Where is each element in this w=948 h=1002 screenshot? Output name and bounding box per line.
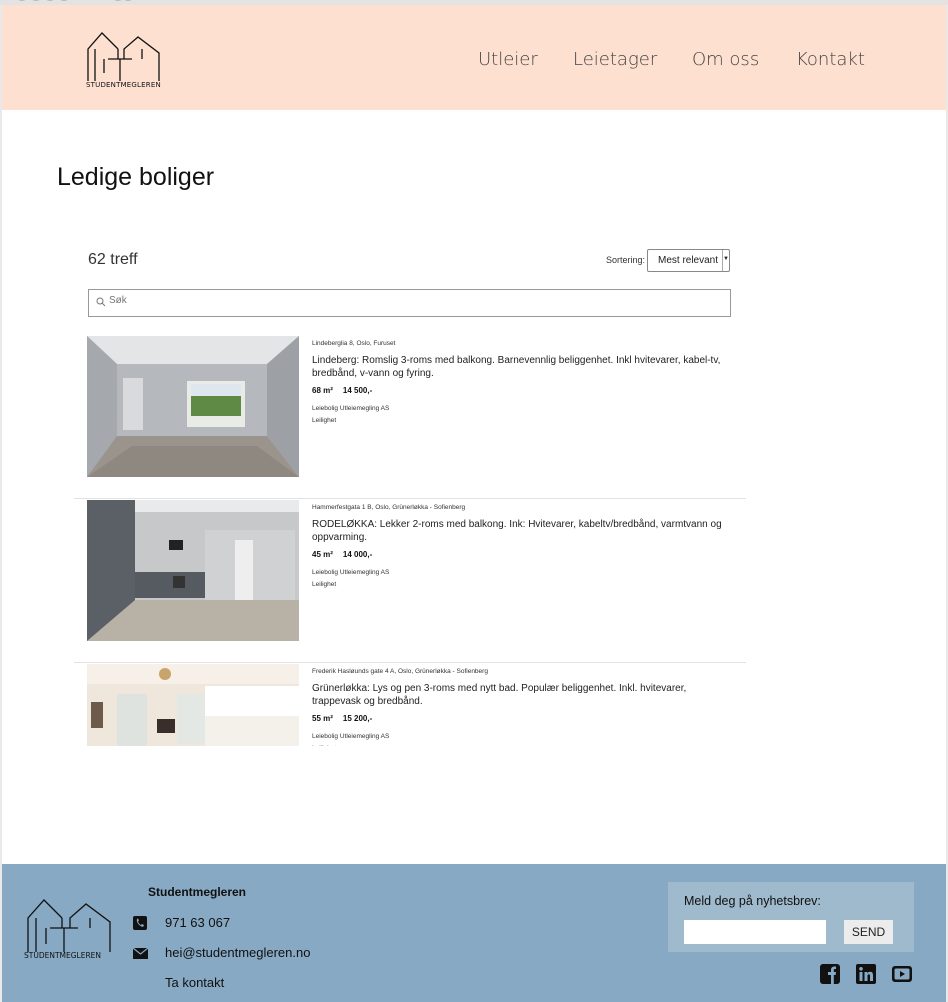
listing-meta: 55 m² 15 200,-	[312, 714, 732, 723]
newsletter-send-button[interactable]: SEND	[844, 920, 893, 944]
listing-size: 68 m²	[312, 386, 333, 395]
newsletter-email-input[interactable]	[684, 920, 826, 944]
site-footer: STUDENTMEGLEREN Studentmegleren 971 63 0…	[2, 864, 946, 1002]
listing-info: Frederik Hasløunds gate 4 A, Oslo, Grüne…	[312, 668, 732, 746]
page-title: Ledige boliger	[57, 163, 215, 191]
listing-price: 15 200,-	[342, 714, 373, 723]
listing-size: 45 m²	[312, 550, 333, 559]
nav-item-om-oss[interactable]: Om oss	[692, 49, 759, 70]
listing-meta: 68 m² 14 500,-	[312, 386, 732, 395]
listing-type: Leilighet	[312, 417, 337, 424]
search-icon	[96, 297, 106, 307]
listing-item[interactable]: Lindeberglia 8, Oslo, Furuset Lindeberg:…	[74, 335, 746, 499]
listing-title[interactable]: Grünerløkka: Lys og pen 3-roms med nytt …	[312, 682, 732, 708]
listing-address: Frederik Hasløunds gate 4 A, Oslo, Grüne…	[312, 668, 488, 675]
listing-photo[interactable]	[87, 336, 299, 477]
listing-photo[interactable]	[87, 664, 299, 746]
linkedin-icon[interactable]	[856, 964, 876, 984]
footer-logo-text: STUDENTMEGLEREN	[24, 951, 102, 960]
logo-text: STUDENTMEGLEREN	[86, 81, 161, 89]
listing-size: 55 m²	[312, 714, 333, 723]
footer-contact-text: Ta kontakt	[165, 975, 225, 990]
listing-list: Lindeberglia 8, Oslo, Furuset Lindeberg:…	[74, 335, 746, 746]
listing-info: Hammerfestgata 1 B, Oslo, Grünerløkka - …	[312, 504, 732, 591]
result-count: 62 treff	[88, 251, 138, 268]
listing-meta: 45 m² 14 000,-	[312, 550, 732, 559]
footer-email-text: hei@studentmegleren.no	[165, 945, 311, 960]
sort-value: Mest relevant	[658, 255, 719, 266]
phone-icon	[133, 916, 147, 930]
listing-type: Leilighet	[312, 581, 337, 588]
facebook-icon[interactable]	[820, 964, 840, 984]
nav-item-utleier[interactable]: Utleier	[478, 49, 538, 70]
listing-agency: Leiebolig Utleiemegling AS	[312, 405, 390, 412]
listing-item[interactable]: Frederik Hasløunds gate 4 A, Oslo, Grüne…	[74, 663, 746, 746]
listing-agency: Leiebolig Utleiemegling AS	[312, 733, 390, 740]
chevron-down-icon: ▼	[722, 250, 729, 271]
listing-photo[interactable]	[87, 500, 299, 641]
search-box[interactable]	[88, 289, 731, 317]
envelope-icon	[132, 947, 148, 959]
listing-item[interactable]: Hammerfestgata 1 B, Oslo, Grünerløkka - …	[74, 499, 746, 663]
youtube-icon[interactable]	[892, 964, 912, 984]
footer-company-name: Studentmegleren	[148, 885, 247, 899]
listing-info: Lindeberglia 8, Oslo, Furuset Lindeberg:…	[312, 340, 732, 427]
listing-agency: Leiebolig Utleiemegling AS	[312, 569, 390, 576]
listing-address: Lindeberglia 8, Oslo, Furuset	[312, 340, 396, 347]
sort-select[interactable]: Mest relevant ▼	[647, 249, 730, 272]
site-header: STUDENTMEGLEREN Utleier Leietager Om oss…	[2, 5, 946, 110]
listing-title[interactable]: Lindeberg: Romslig 3-roms med balkong. B…	[312, 354, 732, 380]
sort-label: Sortering:	[606, 255, 646, 265]
page: STUDENTMEGLEREN Utleier Leietager Om oss…	[2, 5, 946, 1002]
footer-phone-text: 971 63 067	[165, 915, 231, 930]
search-input[interactable]	[109, 295, 709, 306]
newsletter-box: Meld deg på nyhetsbrev: SEND	[668, 882, 914, 952]
listing-price: 14 000,-	[342, 550, 373, 559]
listing-address: Hammerfestgata 1 B, Oslo, Grünerløkka - …	[312, 504, 466, 511]
listing-price: 14 500,-	[342, 386, 373, 395]
nav-item-kontakt[interactable]: Kontakt	[796, 49, 865, 70]
newsletter-label: Meld deg på nyhetsbrev:	[684, 894, 821, 908]
nav-item-leietager[interactable]: Leietager	[573, 49, 657, 70]
listing-type: Leilighet	[312, 743, 732, 746]
listing-title[interactable]: RODELØKKA: Lekker 2-roms med balkong. In…	[312, 518, 732, 544]
footer-logo-icon[interactable]	[24, 896, 112, 958]
